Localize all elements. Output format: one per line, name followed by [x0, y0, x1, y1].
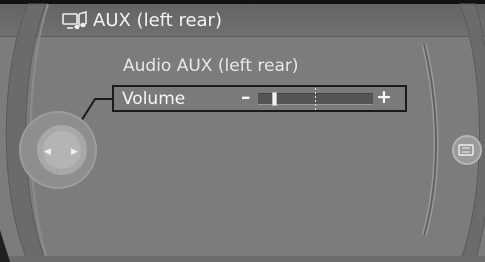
controller-left-arrow: ◀	[44, 147, 51, 157]
controller-knob[interactable]: ◀ ▶	[19, 111, 97, 189]
controller-right-arrow: ▶	[71, 147, 78, 157]
idrive-screen: AUX (left rear) Audio AUX (left rear) Vo…	[0, 0, 485, 262]
right-frame-arc	[459, 3, 485, 262]
options-icon[interactable]	[452, 135, 482, 165]
